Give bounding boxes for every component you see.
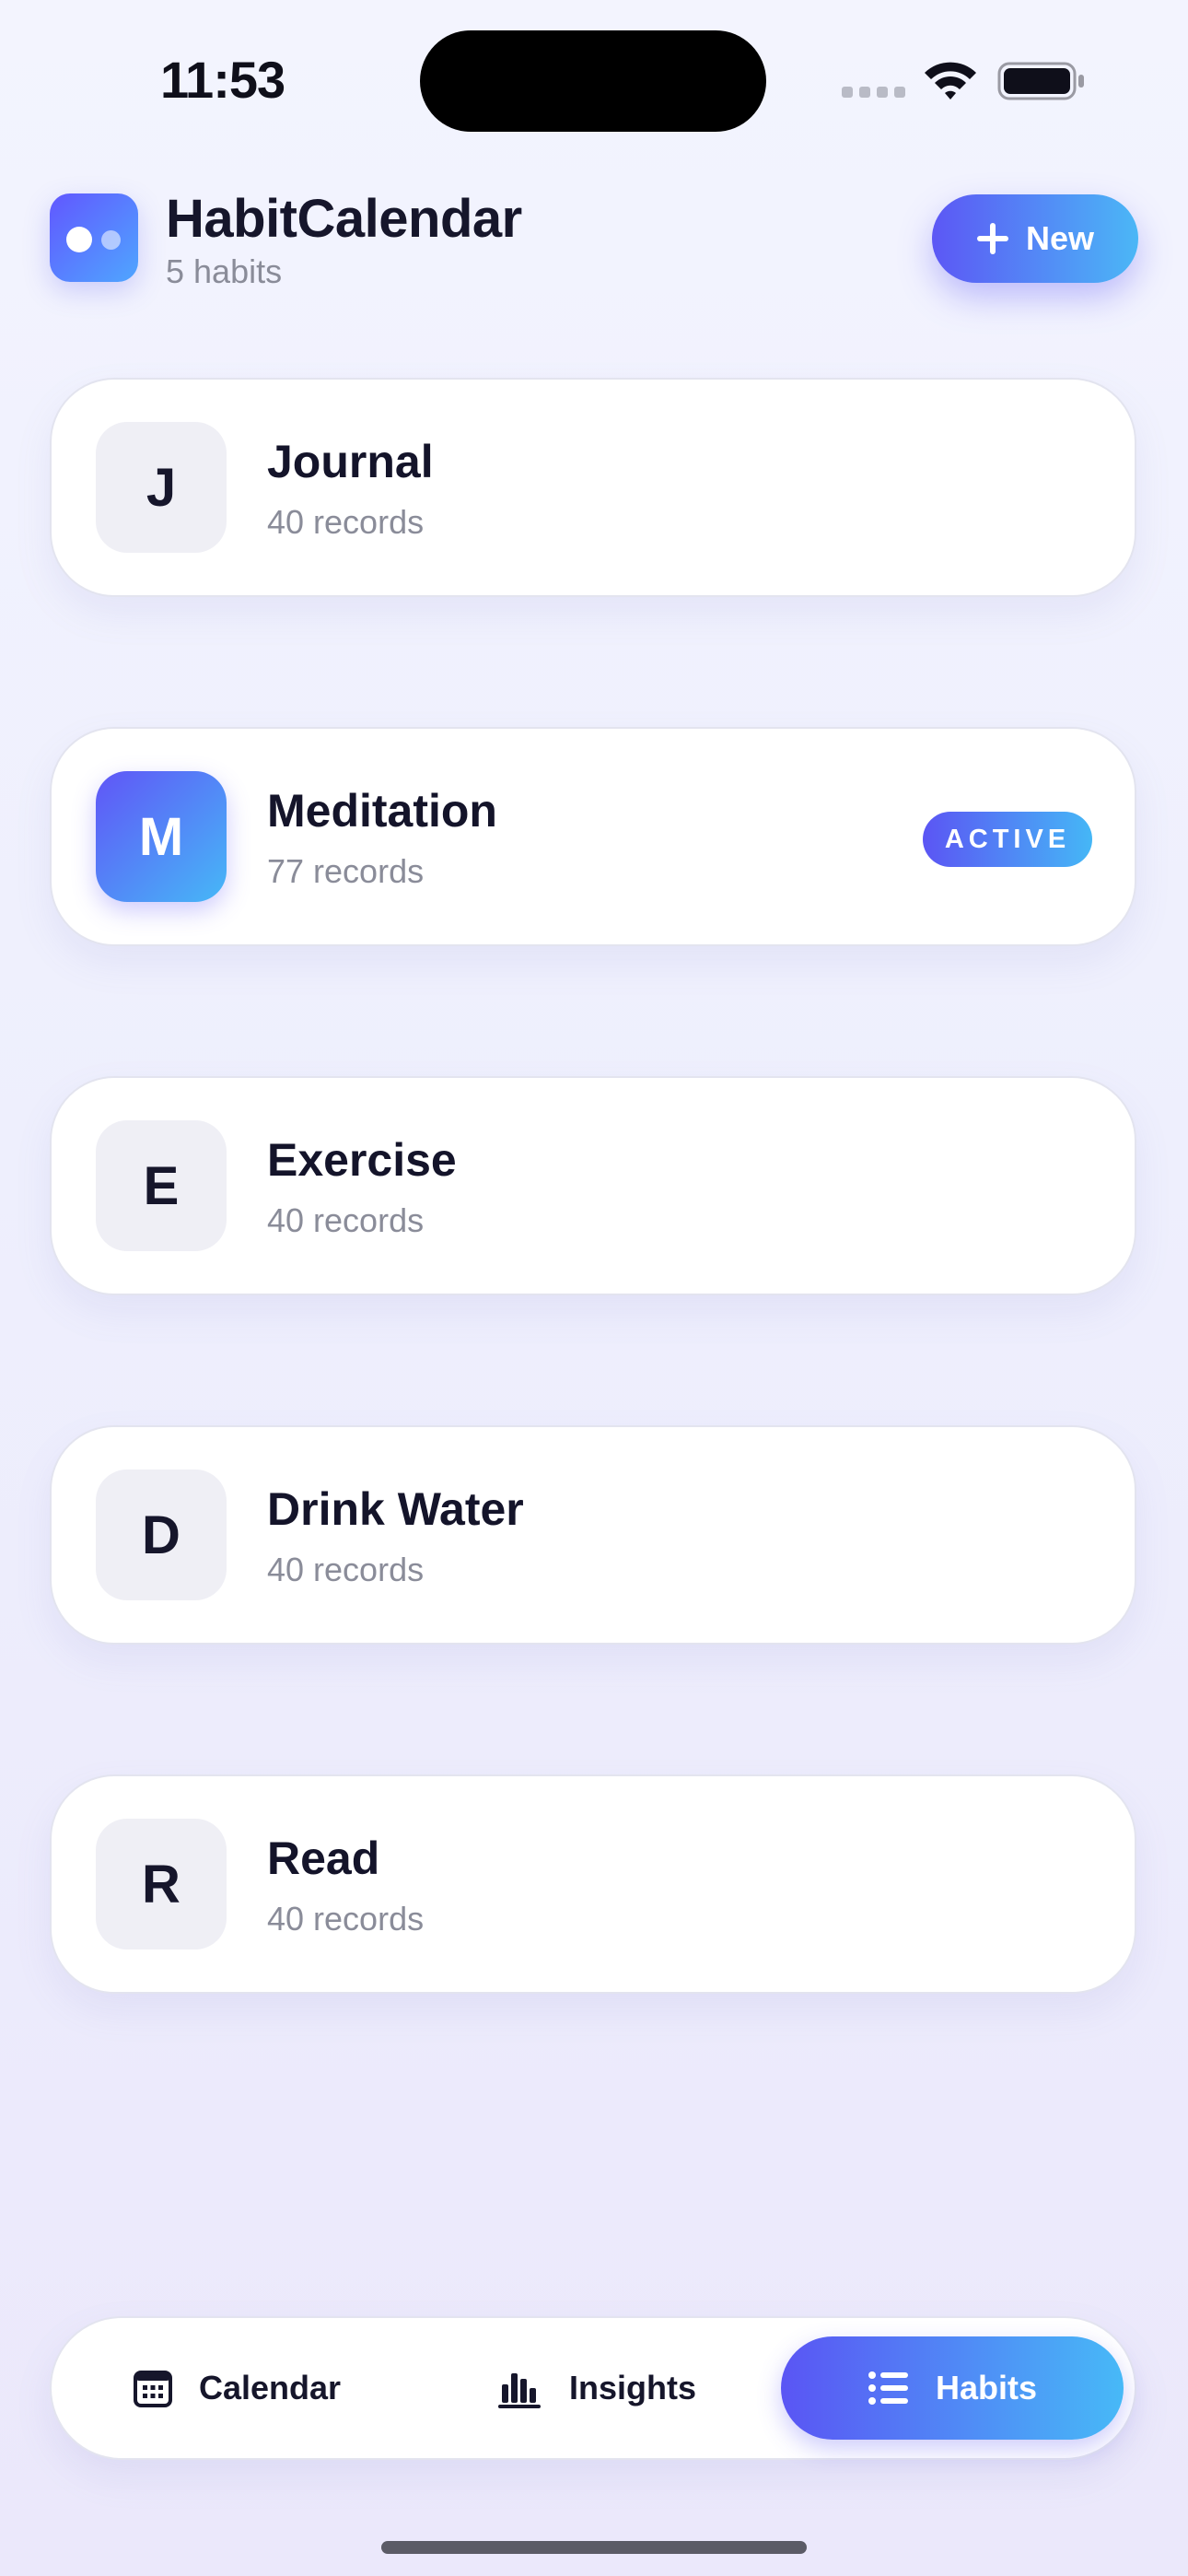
habit-count: 5 habits <box>166 252 283 290</box>
habit-avatar: M <box>96 771 227 902</box>
home-indicator <box>381 2541 807 2554</box>
habit-avatar: R <box>96 1819 227 1950</box>
habit-records: 77 records <box>267 852 425 890</box>
habit-avatar: E <box>96 1120 227 1251</box>
tab-habits-label: Habits <box>935 2369 1038 2406</box>
habit-card-read[interactable]: R Read 40 records <box>50 1774 1136 1994</box>
app-logo-icon <box>50 193 138 282</box>
tab-habits[interactable]: Habits <box>781 2336 1124 2440</box>
bar-chart-icon <box>498 2373 541 2408</box>
habit-name: Read <box>267 1832 380 1884</box>
habit-card-exercise[interactable]: E Exercise 40 records <box>50 1076 1136 1295</box>
new-button-label: New <box>1025 219 1095 257</box>
cellular-signal-icon <box>842 87 905 98</box>
app-title: HabitCalendar <box>166 189 522 249</box>
status-time: 11:53 <box>160 51 285 109</box>
tab-calendar[interactable]: Calendar <box>133 2336 341 2440</box>
active-badge: ACTIVE <box>923 812 1092 867</box>
tab-insights[interactable]: Insights <box>497 2336 696 2440</box>
habit-name: Drink Water <box>267 1483 524 1535</box>
tab-calendar-label: Calendar <box>199 2369 342 2406</box>
new-habit-button[interactable]: New <box>932 194 1138 283</box>
habit-records: 40 records <box>267 503 425 541</box>
habit-card-meditation[interactable]: M Meditation 77 records ACTIVE <box>50 727 1136 946</box>
list-icon <box>868 2371 908 2405</box>
habit-card-drink-water[interactable]: D Drink Water 40 records <box>50 1425 1136 1645</box>
battery-icon <box>997 62 1084 100</box>
habit-card-journal[interactable]: J Journal 40 records <box>50 378 1136 597</box>
calendar-icon <box>134 2371 172 2407</box>
dynamic-island <box>420 30 766 132</box>
habit-name: Exercise <box>267 1134 457 1186</box>
habit-records: 40 records <box>267 1201 425 1239</box>
tab-insights-label: Insights <box>569 2369 697 2406</box>
habit-records: 40 records <box>267 1900 425 1938</box>
wifi-icon <box>925 62 976 100</box>
plus-icon <box>976 222 1009 255</box>
habit-avatar: J <box>96 422 227 553</box>
habit-name: Journal <box>267 436 434 487</box>
tab-bar: Calendar Insights Habits <box>50 2316 1136 2460</box>
habit-name: Meditation <box>267 785 497 837</box>
habit-records: 40 records <box>267 1551 425 1588</box>
habit-avatar: D <box>96 1469 227 1600</box>
